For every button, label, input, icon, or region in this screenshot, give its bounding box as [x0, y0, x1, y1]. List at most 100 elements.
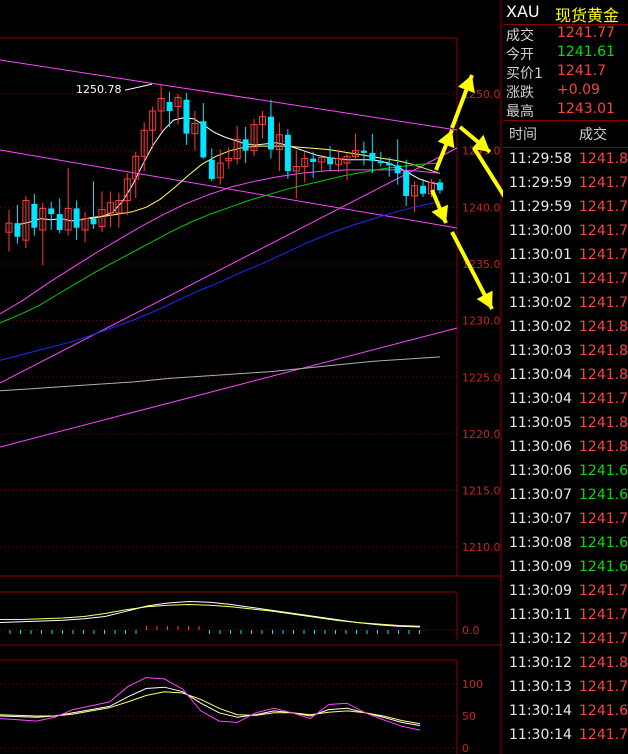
quote-row: 买价1 1241.7: [503, 62, 628, 82]
quote-label: 最高: [506, 104, 534, 120]
tick-time: 11:30:04: [509, 367, 572, 383]
y-tick-label: 1210.0: [462, 541, 501, 554]
tick-time: 11:30:01: [509, 271, 572, 287]
candle-body: [327, 157, 334, 165]
tick-row: 11:30:13 1241.7: [503, 676, 628, 700]
quote-row: 成交 1241.77: [503, 24, 628, 44]
tick-time: 11:29:59: [509, 199, 572, 215]
tick-price: 1241.8: [579, 415, 628, 431]
kdj-tick-label: 0: [462, 742, 469, 754]
tick-price: 1241.8: [579, 439, 628, 455]
tick-row: 11:30:07 1241.6: [503, 484, 628, 508]
candle-body: [310, 158, 317, 162]
tick-time: 11:30:08: [509, 535, 572, 551]
kdj-tick-label: 50: [462, 710, 476, 723]
y-tick-label: 1215.0: [462, 485, 501, 498]
time-header: 时间: [509, 127, 537, 143]
tick-price: 1241.7: [579, 391, 628, 407]
tick-price: 1241.7: [579, 511, 628, 527]
candle-body: [420, 185, 427, 194]
quote-label: 涨跌: [506, 85, 534, 101]
tick-time: 11:30:13: [509, 679, 572, 695]
tick-row: 11:30:01 1241.7: [503, 244, 628, 268]
macd-zero-label: 0.0: [462, 624, 480, 637]
candle-body: [56, 214, 63, 230]
kdj-tick-label: 100: [462, 678, 483, 691]
tick-price: 1241.7: [579, 199, 628, 215]
tick-row: 11:30:12 1241.7: [503, 628, 628, 652]
tick-price: 1241.7: [579, 223, 628, 239]
candle-body: [394, 165, 401, 174]
quote-label: 今开: [506, 47, 534, 63]
tick-time: 11:30:14: [509, 703, 572, 719]
deal-header: 成交: [579, 127, 607, 143]
quote-row: 最高 1243.01: [503, 100, 628, 120]
tick-price: 1241.7: [579, 631, 628, 647]
tick-price: 1241.8: [579, 151, 628, 167]
instrument-name: 现货黄金: [555, 6, 620, 25]
tick-price: 1241.7: [579, 679, 628, 695]
quote-panel: XAU 现货黄金 成交 1241.77 今开 1241.61 买价1 1241.…: [503, 0, 628, 754]
candle-body: [200, 121, 207, 158]
ticks-header: 时间 成交: [503, 120, 628, 148]
tick-row: 11:30:02 1241.7: [503, 292, 628, 316]
tick-price: 1241.7: [579, 175, 628, 191]
tick-time: 11:30:12: [509, 631, 572, 647]
candle-body: [369, 152, 376, 161]
tick-time: 11:30:11: [509, 607, 572, 623]
tick-row: 11:30:07 1241.7: [503, 508, 628, 532]
tick-time: 11:30:04: [509, 391, 572, 407]
tick-price: 1241.8: [579, 655, 628, 671]
tick-time: 11:30:12: [509, 655, 572, 671]
tick-row: 11:30:14 1241.7: [503, 724, 628, 748]
high-annotation: 1250.78: [76, 83, 122, 96]
tick-price: 1241.6: [579, 535, 628, 551]
tick-row: 11:30:01 1241.7: [503, 268, 628, 292]
tick-row: 11:30:14 1241.6: [503, 700, 628, 724]
candle-body: [31, 203, 38, 228]
tick-row: 11:30:06 1241.8: [503, 436, 628, 460]
candle-body: [183, 99, 190, 134]
candle-body: [14, 223, 21, 237]
tick-price: 1241.7: [579, 295, 628, 311]
tick-price: 1241.7: [579, 247, 628, 263]
tick-time: 11:30:07: [509, 487, 572, 503]
tick-time: 11:29:59: [509, 175, 572, 191]
tick-row: 11:30:08 1241.6: [503, 532, 628, 556]
candle-body: [360, 150, 367, 153]
tick-price: 1241.8: [579, 343, 628, 359]
tick-time: 11:30:06: [509, 463, 572, 479]
quote-label: 成交: [506, 28, 534, 44]
panel-header: XAU 现货黄金: [503, 0, 628, 25]
candle-body: [73, 208, 80, 228]
symbol-label: XAU: [506, 2, 540, 21]
tick-row: 11:30:09 1241.7: [503, 580, 628, 604]
candle-body: [242, 139, 249, 151]
quote-value: 1241.7: [557, 63, 606, 79]
tick-price: 1241.7: [579, 583, 628, 599]
tick-row: 11:30:04 1241.8: [503, 364, 628, 388]
tick-row: 11:30:00 1241.7: [503, 220, 628, 244]
y-tick-label: 1225.0: [462, 371, 501, 384]
tick-time: 11:30:14: [509, 727, 572, 743]
tick-time: 11:30:01: [509, 247, 572, 263]
candle-body: [166, 101, 173, 111]
y-tick-label: 1240.0: [462, 201, 501, 214]
candle-body: [377, 160, 384, 164]
tick-time: 11:30:07: [509, 511, 572, 527]
quote-value: 1243.01: [557, 101, 615, 117]
price-chart[interactable]: 1250.01245.01240.01235.01230.01225.01220…: [0, 0, 503, 754]
y-tick-label: 1230.0: [462, 315, 501, 328]
tick-row: 11:30:12 1241.8: [503, 652, 628, 676]
tick-row: 11:29:58 1241.8: [503, 148, 628, 172]
quote-row: 涨跌 +0.09: [503, 81, 628, 101]
y-tick-label: 1220.0: [462, 428, 501, 441]
tick-time: 11:30:09: [509, 559, 572, 575]
candle-body: [436, 182, 443, 191]
candle-body: [90, 218, 97, 225]
tick-row: 11:30:09 1241.6: [503, 556, 628, 580]
tick-price: 1241.6: [579, 559, 628, 575]
quote-value: +0.09: [557, 82, 600, 98]
tick-time: 11:30:09: [509, 583, 572, 599]
candle-body: [267, 116, 274, 150]
